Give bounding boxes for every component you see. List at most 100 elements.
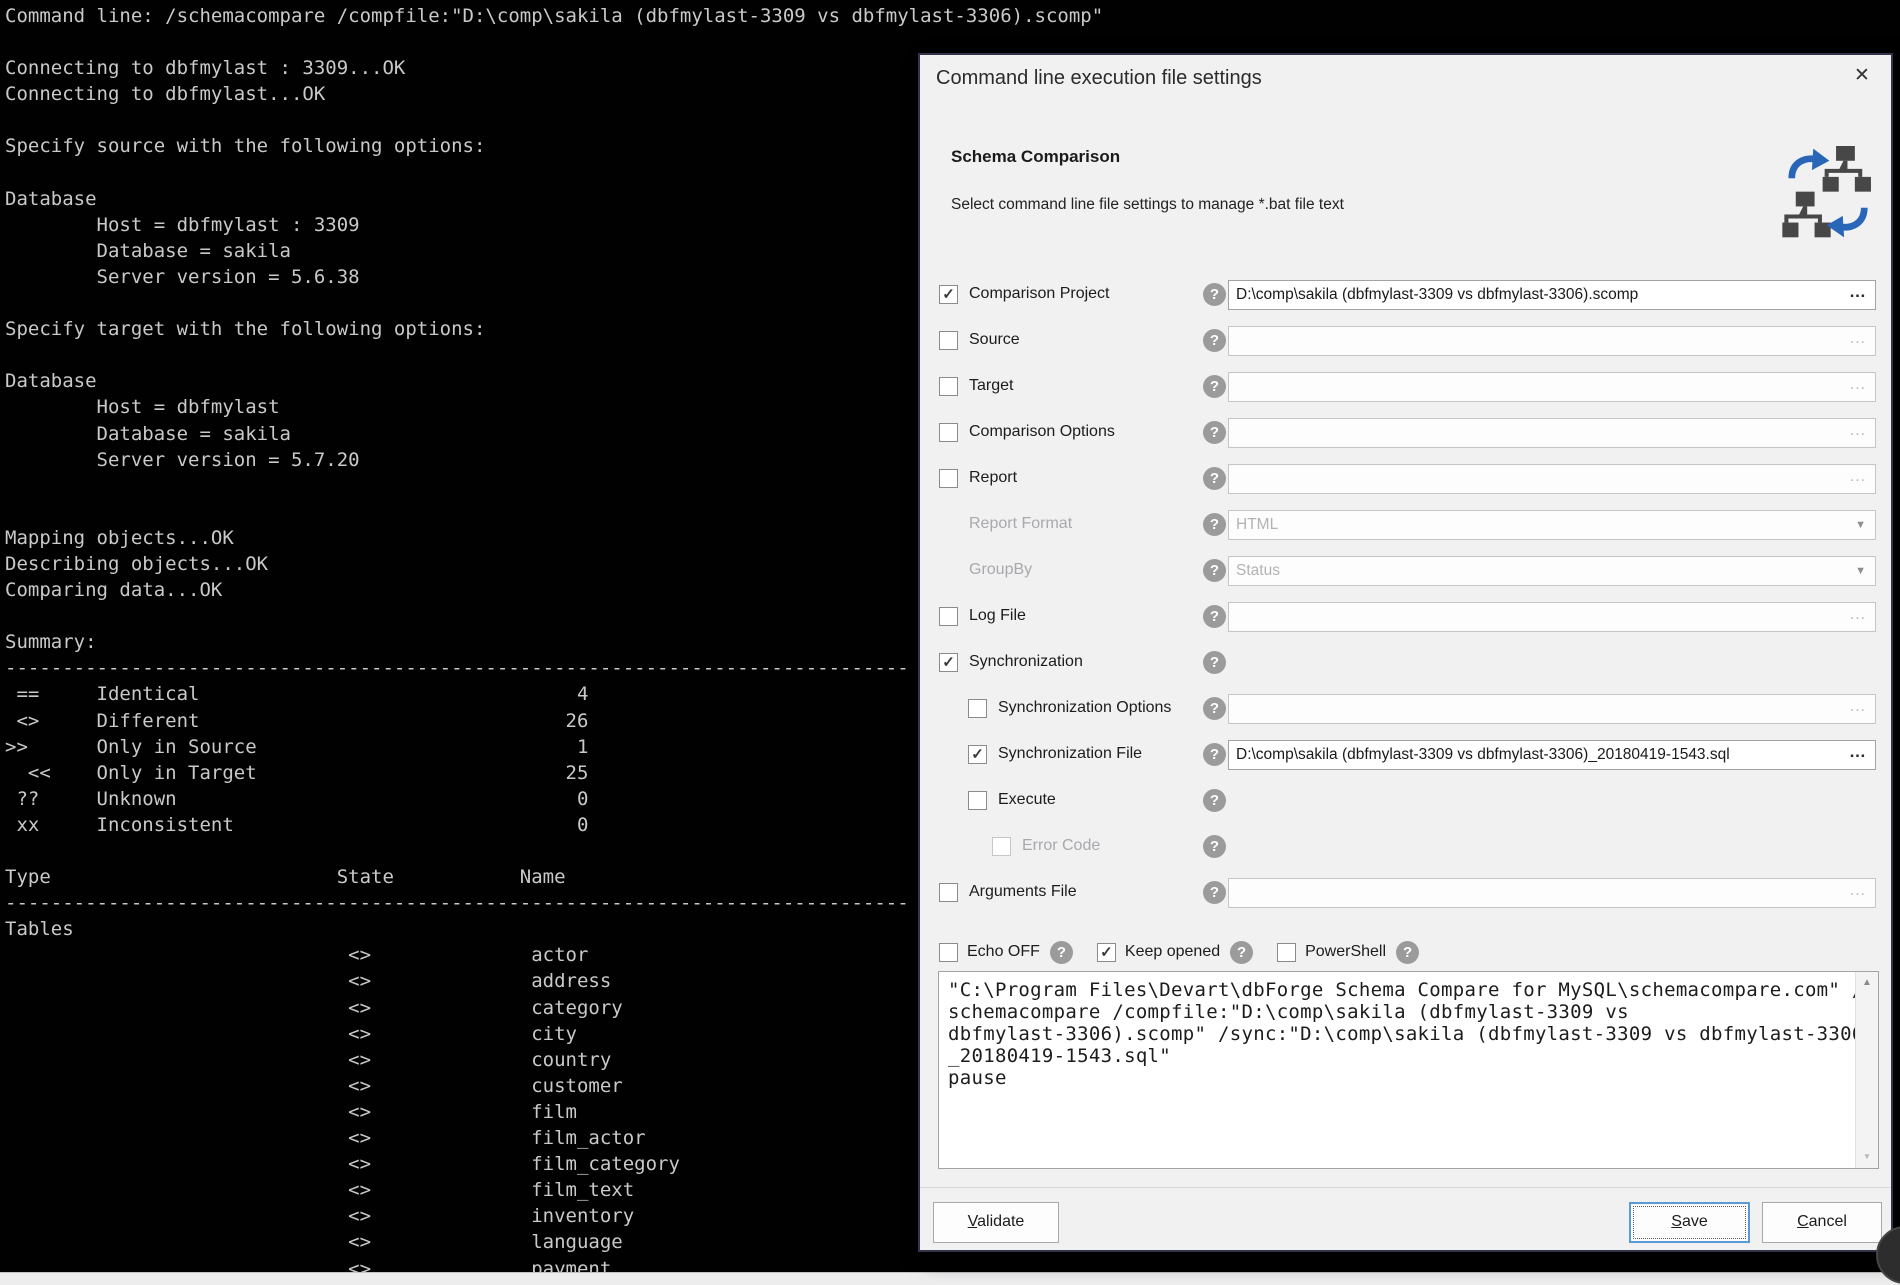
textarea-scrollbar[interactable]: ▲ ▼: [1855, 972, 1878, 1168]
error-code-row: ✓ Error Code ?: [920, 832, 1891, 862]
comparison-options-field: …: [1228, 418, 1876, 448]
synchronization-options-label: Synchronization Options: [998, 699, 1171, 717]
synchronization-file-field[interactable]: D:\comp\sakila (dbfmylast-3309 vs dbfmyl…: [1228, 740, 1876, 770]
log-file-row: ✓ Log File ? …: [920, 602, 1891, 632]
synchronization-options-checkbox[interactable]: ✓: [968, 699, 987, 718]
check-icon: ✓: [1098, 944, 1115, 961]
execute-checkbox[interactable]: ✓: [968, 791, 987, 810]
report-label: Report: [969, 469, 1017, 487]
browse-button: …: [1849, 374, 1867, 394]
dialog-title: Command line execution file settings: [936, 67, 1262, 90]
help-icon[interactable]: ?: [1203, 605, 1226, 628]
close-icon[interactable]: ✕: [1849, 63, 1875, 89]
save-button[interactable]: Save: [1629, 1202, 1750, 1243]
check-icon: ✓: [940, 286, 957, 303]
comparison-options-row: ✓ Comparison Options ? …: [920, 418, 1891, 448]
chevron-down-icon: ▼: [1855, 519, 1866, 531]
report-row: ✓ Report ? …: [920, 464, 1891, 494]
groupby-row: GroupBy ? Status ▼: [920, 556, 1891, 586]
keep-opened-label: Keep opened: [1125, 943, 1220, 961]
help-icon[interactable]: ?: [1203, 467, 1226, 490]
powershell-option: ✓ PowerShell ?: [1277, 941, 1419, 964]
groupby-select: Status ▼: [1228, 556, 1876, 586]
window-bottom-edge: [0, 1272, 1900, 1285]
groupby-label: GroupBy: [969, 561, 1032, 579]
help-icon[interactable]: ?: [1203, 789, 1226, 812]
echo-off-label: Echo OFF: [967, 943, 1040, 961]
schema-comparison-heading: Schema Comparison: [951, 147, 1120, 167]
comparison-project-value: D:\comp\sakila (dbfmylast-3309 vs dbfmyl…: [1236, 286, 1638, 304]
arguments-file-label: Arguments File: [969, 883, 1077, 901]
help-icon[interactable]: ?: [1203, 421, 1226, 444]
synchronization-file-row: ✓ Synchronization File ? D:\comp\sakila …: [920, 740, 1891, 770]
arguments-file-row: ✓ Arguments File ? …: [920, 878, 1891, 908]
bat-file-text: "C:\Program Files\Devart\dbForge Schema …: [948, 979, 1875, 1089]
execute-label: Execute: [998, 791, 1056, 809]
source-label: Source: [969, 331, 1020, 349]
source-field: …: [1228, 326, 1876, 356]
echo-off-checkbox[interactable]: ✓: [939, 943, 958, 962]
bat-file-textarea[interactable]: "C:\Program Files\Devart\dbForge Schema …: [938, 971, 1879, 1169]
command-line-settings-dialog: Command line execution file settings ✕ S…: [918, 53, 1893, 1252]
cancel-button[interactable]: Cancel: [1762, 1202, 1882, 1243]
log-file-field: …: [1228, 602, 1876, 632]
keep-opened-checkbox[interactable]: ✓: [1097, 943, 1116, 962]
execute-row: ✓ Execute ?: [920, 786, 1891, 816]
check-icon: ✓: [940, 654, 957, 671]
echo-off-option: ✓ Echo OFF ?: [939, 941, 1073, 964]
log-file-checkbox[interactable]: ✓: [939, 607, 958, 626]
synchronization-options-field: …: [1228, 694, 1876, 724]
comparison-project-checkbox[interactable]: ✓: [939, 285, 958, 304]
check-icon: ✓: [969, 746, 986, 763]
arguments-file-checkbox[interactable]: ✓: [939, 883, 958, 902]
scroll-down-icon[interactable]: ▼: [1856, 1147, 1878, 1167]
target-label: Target: [969, 377, 1013, 395]
help-icon[interactable]: ?: [1203, 697, 1226, 720]
browse-button[interactable]: …: [1849, 282, 1867, 302]
help-icon[interactable]: ?: [1203, 283, 1226, 306]
help-icon[interactable]: ?: [1203, 375, 1226, 398]
help-icon[interactable]: ?: [1203, 835, 1226, 858]
scroll-up-icon[interactable]: ▲: [1856, 973, 1878, 993]
synchronization-checkbox[interactable]: ✓: [939, 653, 958, 672]
browse-button: …: [1849, 420, 1867, 440]
help-icon[interactable]: ?: [1230, 941, 1253, 964]
target-field: …: [1228, 372, 1876, 402]
synchronization-row: ✓ Synchronization ?: [920, 648, 1891, 678]
comparison-options-label: Comparison Options: [969, 423, 1115, 441]
footer-divider: [920, 1187, 1891, 1188]
help-icon[interactable]: ?: [1203, 559, 1226, 582]
dialog-subtitle: Select command line file settings to man…: [951, 196, 1344, 214]
browse-button: …: [1849, 328, 1867, 348]
help-icon[interactable]: ?: [1203, 329, 1226, 352]
chevron-down-icon: ▼: [1855, 565, 1866, 577]
browse-button[interactable]: …: [1849, 742, 1867, 762]
error-code-label: Error Code: [1022, 837, 1100, 855]
source-checkbox[interactable]: ✓: [939, 331, 958, 350]
error-code-checkbox: ✓: [992, 837, 1011, 856]
comparison-project-field[interactable]: D:\comp\sakila (dbfmylast-3309 vs dbfmyl…: [1228, 280, 1876, 310]
synchronization-file-value: D:\comp\sakila (dbfmylast-3309 vs dbfmyl…: [1236, 746, 1730, 764]
powershell-checkbox[interactable]: ✓: [1277, 943, 1296, 962]
help-icon[interactable]: ?: [1203, 743, 1226, 766]
bat-options-row: ✓ Echo OFF ? ✓ Keep opened ? ✓ PowerShel…: [939, 939, 1443, 965]
target-row: ✓ Target ? …: [920, 372, 1891, 402]
synchronization-file-checkbox[interactable]: ✓: [968, 745, 987, 764]
help-icon[interactable]: ?: [1203, 513, 1226, 536]
report-format-select: HTML ▼: [1228, 510, 1876, 540]
synchronization-file-label: Synchronization File: [998, 745, 1142, 763]
report-checkbox[interactable]: ✓: [939, 469, 958, 488]
help-icon[interactable]: ?: [1203, 881, 1226, 904]
help-icon[interactable]: ?: [1203, 651, 1226, 674]
powershell-label: PowerShell: [1305, 943, 1386, 961]
help-icon[interactable]: ?: [1050, 941, 1073, 964]
source-row: ✓ Source ? …: [920, 326, 1891, 356]
validate-button[interactable]: Validate: [933, 1202, 1059, 1243]
help-icon[interactable]: ?: [1396, 941, 1419, 964]
log-file-label: Log File: [969, 607, 1026, 625]
target-checkbox[interactable]: ✓: [939, 377, 958, 396]
schema-compare-icon: [1781, 143, 1875, 243]
browse-button: …: [1849, 466, 1867, 486]
synchronization-label: Synchronization: [969, 653, 1083, 671]
comparison-options-checkbox[interactable]: ✓: [939, 423, 958, 442]
